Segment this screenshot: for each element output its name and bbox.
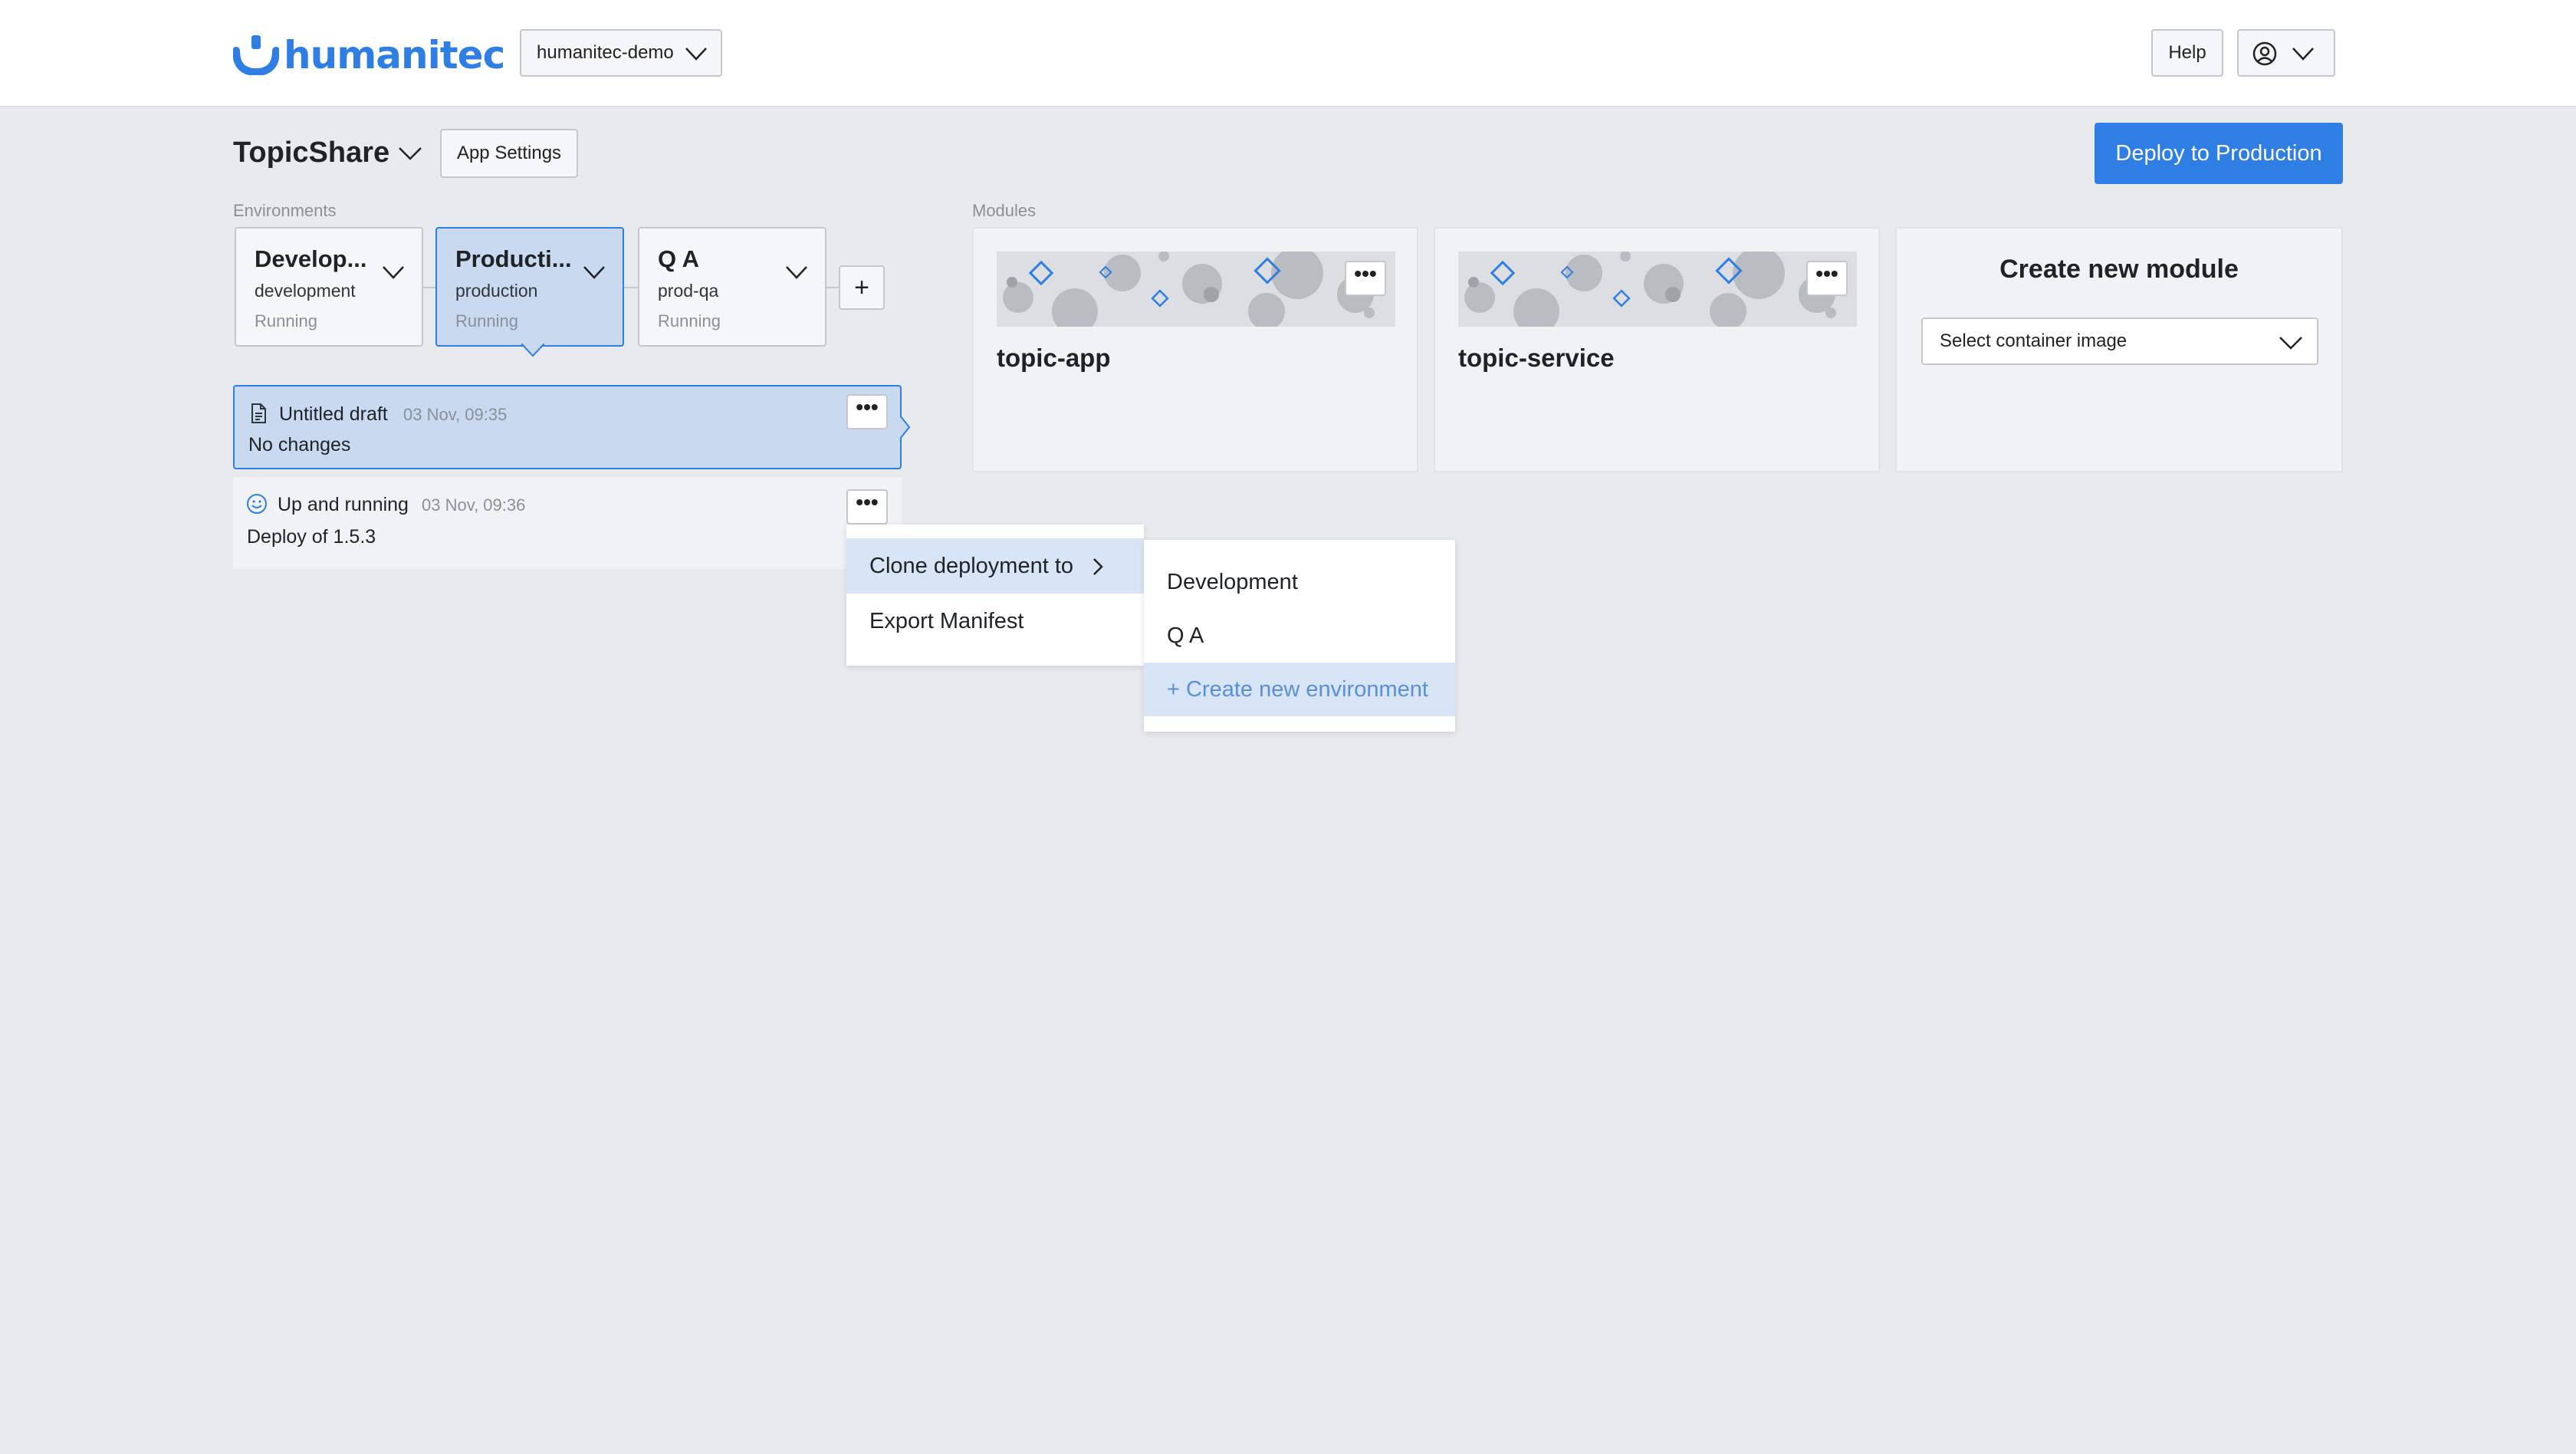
deployment-draft[interactable]: Untitled draft 03 Nov, 09:35 No changes … — [233, 385, 902, 469]
env-name: Producti... — [455, 245, 572, 272]
env-connector — [422, 287, 435, 288]
add-environment-button[interactable]: + — [839, 265, 885, 310]
env-id: development — [255, 281, 356, 301]
module-pattern-icon — [1003, 252, 1375, 327]
env-name: Q A — [658, 245, 699, 272]
module-name: topic-app — [997, 344, 1111, 372]
submenu-item-development[interactable]: Development — [1144, 555, 1455, 609]
user-menu-button[interactable] — [2237, 29, 2335, 77]
create-module-card: Create new module Select container image — [1895, 227, 2343, 472]
top-bar: humanitec humanitec-demo Help — [0, 0, 2576, 107]
module-card-topic-app[interactable]: ••• topic-app — [972, 227, 1418, 472]
create-module-title: Create new module — [1999, 255, 2239, 284]
env-status: Running — [455, 311, 518, 331]
draft-pointer — [900, 416, 911, 439]
env-status: Running — [255, 311, 317, 331]
submenu-item-qa[interactable]: Q A — [1144, 609, 1455, 663]
humanitec-logo[interactable]: humanitec — [233, 33, 505, 77]
env-name: Develop... — [255, 245, 367, 272]
module-thumbnail — [1458, 252, 1857, 327]
deploy-to-production-button[interactable]: Deploy to Production — [2095, 123, 2343, 184]
env-status: Running — [658, 311, 721, 331]
brand-name: humanitec — [284, 33, 505, 77]
environments-label: Environments — [233, 201, 337, 220]
chevron-down-icon[interactable] — [583, 264, 606, 281]
smiley-icon — [247, 494, 267, 514]
menu-item-label: Clone deployment to — [869, 553, 1073, 578]
deployment-running[interactable]: Up and running 03 Nov, 09:36 Deploy of 1… — [233, 477, 902, 569]
env-id: production — [455, 281, 538, 301]
chevron-down-icon — [2279, 337, 2302, 350]
menu-item-label: Export Manifest — [869, 608, 1024, 633]
more-options-button[interactable]: ••• — [846, 489, 888, 525]
deployment-subtitle: No changes — [248, 434, 351, 456]
chevron-down-icon — [685, 48, 707, 61]
module-name: topic-service — [1458, 344, 1615, 372]
org-select[interactable]: humanitec-demo — [520, 29, 722, 77]
container-image-placeholder: Select container image — [1940, 331, 2128, 351]
document-icon — [251, 403, 266, 423]
selected-env-pointer — [521, 344, 544, 357]
app-selector[interactable]: TopicShare — [233, 137, 423, 169]
help-button[interactable]: Help — [2151, 29, 2223, 77]
app-title: TopicShare — [233, 137, 390, 169]
deployment-subtitle: Deploy of 1.5.3 — [247, 526, 376, 548]
module-thumbnail — [997, 252, 1395, 327]
module-pattern-icon — [1464, 252, 1836, 327]
deployment-context-menu: Clone deployment to Export Manifest — [846, 525, 1144, 666]
deployment-title: Up and running — [278, 494, 409, 515]
logo-mark-icon — [233, 35, 279, 75]
env-card-qa[interactable]: Q A prod-qa Running — [638, 227, 826, 347]
user-avatar-icon — [2252, 41, 2277, 66]
chevron-down-icon[interactable] — [785, 264, 808, 281]
chevron-right-icon — [1093, 558, 1103, 575]
org-select-value: humanitec-demo — [537, 42, 674, 63]
env-card-development[interactable]: Develop... development Running — [235, 227, 423, 347]
more-options-button[interactable]: ••• — [1806, 261, 1848, 296]
create-new-environment-link[interactable]: + Create new environment — [1144, 663, 1455, 716]
env-id: prod-qa — [658, 281, 719, 301]
clone-target-submenu: Development Q A + Create new environment — [1144, 540, 1455, 732]
menu-item-export-manifest[interactable]: Export Manifest — [846, 594, 1144, 649]
menu-item-clone-deployment[interactable]: Clone deployment to — [846, 538, 1144, 594]
container-image-select[interactable]: Select container image — [1921, 317, 2318, 365]
chevron-down-icon — [2292, 48, 2314, 61]
deployment-title: Untitled draft — [279, 403, 388, 425]
env-card-production[interactable]: Producti... production Running — [435, 227, 624, 347]
module-card-topic-service[interactable]: ••• topic-service — [1434, 227, 1880, 472]
modules-label: Modules — [972, 201, 1037, 220]
chevron-down-icon — [399, 146, 422, 160]
env-connector — [624, 287, 638, 288]
deployment-time: 03 Nov, 09:36 — [422, 495, 526, 515]
chevron-down-icon[interactable] — [382, 264, 405, 281]
app-settings-button[interactable]: App Settings — [440, 129, 578, 178]
more-options-button[interactable]: ••• — [1345, 261, 1386, 296]
more-options-button[interactable]: ••• — [846, 394, 888, 429]
deployment-time: 03 Nov, 09:35 — [403, 405, 508, 424]
